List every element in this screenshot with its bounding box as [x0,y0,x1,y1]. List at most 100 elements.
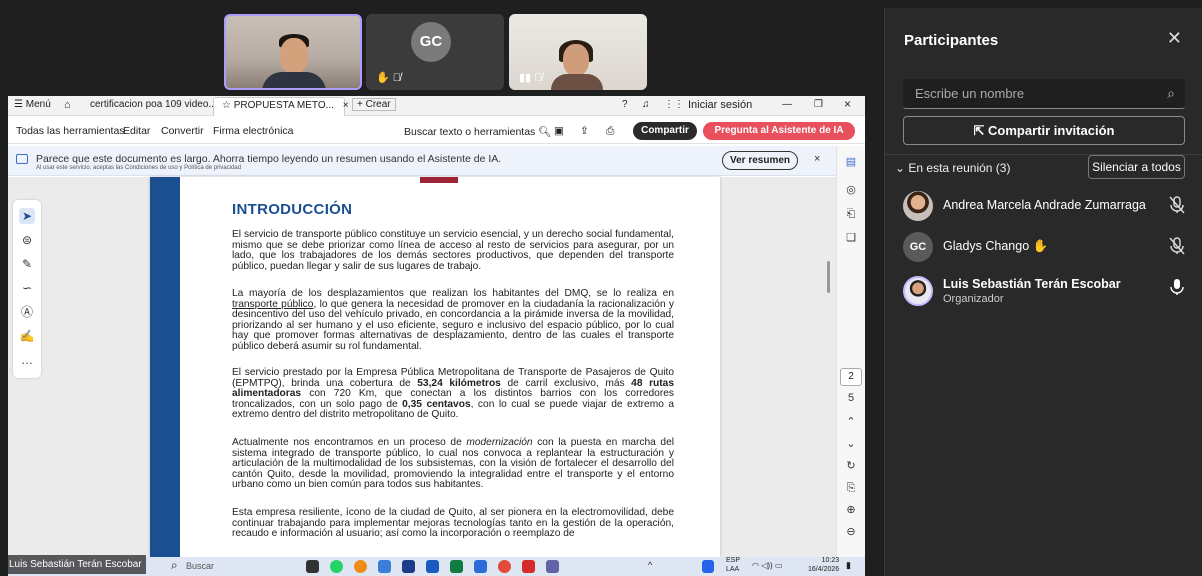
notification-icon[interactable]: ▮ [846,560,851,571]
ai-summary-banner: Parece que este documento es largo. Ahor… [8,146,836,176]
close-panel-icon[interactable]: ✕ [1167,28,1182,49]
muted-mic-icon[interactable] [1169,196,1185,214]
excel-icon[interactable] [450,560,463,573]
restore-icon[interactable]: ❐ [814,99,823,110]
settings-app-icon[interactable] [378,560,391,573]
speaker-name-tag: Luis Sebastián Terán Escobar [8,555,146,574]
mic-icon[interactable] [1169,278,1185,296]
search-icon: ⌕ [1167,85,1175,101]
login-button[interactable]: Iniciar sesión [688,99,752,111]
esign-menu[interactable]: Firma electrónica [213,125,294,137]
menu-button[interactable]: ☰ Menú [14,99,51,110]
convert-menu[interactable]: Convertir [161,125,204,137]
tray-chevron-icon[interactable]: ^ [648,560,652,570]
comment-icon[interactable]: ⊜ [19,232,35,248]
wifi-volume-battery-icons[interactable]: ◠ ◁)) ▭ [752,561,782,570]
terminal-icon[interactable] [402,560,415,573]
clock[interactable]: 10:23 16/4/2026 [808,556,839,574]
store-icon[interactable] [474,560,487,573]
rotate-icon[interactable]: ↻ [843,458,859,474]
video-tile-gladys[interactable]: GC ✋ 🎙̸ [366,14,504,90]
print-icon[interactable]: ⎙ [606,125,614,138]
file-explorer-icon[interactable] [306,560,319,573]
zoom-out-icon[interactable]: ⊖ [843,524,859,540]
signature-icon[interactable]: ✍ [19,328,35,344]
total-pages: 5 [847,392,855,404]
avatar [903,276,933,306]
participant-search-input[interactable]: Escribe un nombre ⌕ [903,79,1185,109]
apps-grid-icon[interactable]: ⋮⋮ [664,99,684,110]
next-page-icon[interactable]: ⌄ [843,436,859,452]
help-icon[interactable]: ? [622,99,628,110]
tab-propuesta-label: PROPUESTA METO... [233,100,334,111]
bell-icon[interactable]: ♫ [642,99,650,110]
video-tile-andrea[interactable]: ▮▮ 🎙̸ [509,14,647,90]
acrobat-icon[interactable] [522,560,535,573]
close-window-icon[interactable]: × [844,97,851,111]
paragraph-4-text-a: Actualmente nos encontramos en un proces… [232,437,467,448]
pen-icon[interactable]: ✎ [19,256,35,272]
muted-mic-icon[interactable] [1169,237,1185,255]
mic-tray-icon[interactable] [702,560,714,573]
bookmark-icon[interactable]: ⎗ [843,206,859,222]
page-fit-icon[interactable]: ⎘ [843,480,859,496]
tab-close-icon[interactable]: × [343,100,349,111]
firefox-icon[interactable] [354,560,367,573]
video-tile-organizer[interactable] [224,14,362,90]
view-summary-button[interactable]: Ver resumen [722,151,798,170]
all-tools-menu[interactable]: Todas las herramientas [16,125,125,137]
page-heading: INTRODUCCIÓN [232,201,353,218]
comments-icon[interactable]: ◎ [843,182,859,198]
mute-all-button[interactable]: Silenciar a todos [1088,155,1185,179]
banner-close-icon[interactable]: × [814,153,820,165]
save-icon[interactable]: ▣ [554,125,564,137]
paragraph-2: La mayoría de los desplazamientos que re… [232,288,674,353]
paragraph-3-bold-1: 53,24 kilómetros [417,377,501,389]
upload-icon[interactable]: ⇪ [580,125,589,137]
ai-summary-icon[interactable]: ▤ [843,154,859,170]
ai-assistant-button[interactable]: Pregunta al Asistente de IA [703,122,855,140]
search-placeholder: Escribe un nombre [915,86,1025,101]
more-tools-icon[interactable]: … [19,352,35,368]
taskbar-search-input[interactable]: Buscar [186,561,214,571]
search-tools[interactable]: Buscar texto o herramientas 🔍︎ [404,125,552,138]
participant-name: Andrea Marcela Andrade Zumarraga [943,198,1146,212]
search-icon: 🔍︎ [538,126,552,138]
whatsapp-icon[interactable] [330,560,343,573]
participant-row-luis[interactable]: Luis Sebastián Terán Escobar Organizador [903,274,1193,308]
pages-icon[interactable]: ❏ [843,230,859,246]
share-invite-button[interactable]: ⇱ Compartir invitación [903,116,1185,145]
text-box-icon[interactable]: Ⓐ [19,304,35,320]
paragraph-1: El servicio de transporte público consti… [232,229,674,272]
in-meeting-section[interactable]: ⌄ En esta reunión (3) [895,161,1010,175]
prev-page-icon[interactable]: ⌃ [843,414,859,430]
current-page-number[interactable]: 2 [840,368,862,386]
vertical-scrollbar[interactable] [827,261,830,293]
participant-row-gladys[interactable]: GC Gladys Chango ✋ [903,230,1193,264]
lang-code: ESP [726,557,741,564]
participant-face [563,44,589,76]
share-button[interactable]: Compartir [633,122,697,140]
right-side-toolbar: ▤ ◎ ⎗ ❏ 2 5 ⌃ ⌄ ↻ ⎘ ⊕ ⊖ [836,146,865,557]
panel-title: Participantes [904,32,999,49]
edit-menu[interactable]: Editar [123,125,150,137]
paragraph-3: El servicio prestado por la Empresa Públ… [232,367,674,421]
main-toolbar: Todas las herramientas Editar Convertir … [8,118,865,144]
banner-terms[interactable]: Al usar este servicio, aceptas las Condi… [36,165,241,171]
select-cursor-icon[interactable]: ➤ [19,208,35,224]
search-icon[interactable]: ⌕ [171,558,178,573]
word-icon[interactable] [426,560,439,573]
tab-propuesta[interactable]: ☆ PROPUESTA METO... × [213,97,349,116]
participant-row-andrea[interactable]: Andrea Marcela Andrade Zumarraga [903,189,1193,223]
teams-icon[interactable] [546,560,559,573]
language-indicator[interactable]: ESP LAA [726,556,740,574]
zoom-in-icon[interactable]: ⊕ [843,502,859,518]
lasso-icon[interactable]: ∽ [19,280,35,296]
new-tab-button[interactable]: + Crear [352,98,396,111]
tab-certificacion[interactable]: certificacion poa 109 video... [90,99,217,110]
paragraph-2-link: transporte público [232,298,314,310]
home-icon[interactable]: ⌂ [64,99,71,111]
chrome-icon[interactable] [498,560,511,573]
paragraph-3-bold-3: 0,35 centavos [402,398,471,410]
minimize-icon[interactable]: — [782,99,792,110]
